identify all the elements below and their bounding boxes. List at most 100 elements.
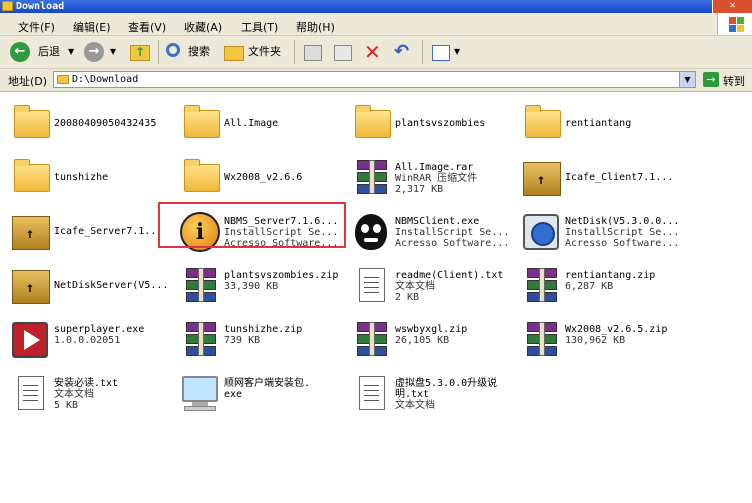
cartoon-client-icon: [349, 210, 393, 254]
file-name: 安装必读.txt: [54, 378, 119, 389]
search-label: 搜索: [188, 45, 210, 58]
back-arrow-icon: ←: [10, 42, 30, 62]
address-input[interactable]: D:\Download ▼: [53, 71, 696, 88]
up-folder-button[interactable]: ↑: [128, 40, 152, 64]
file-name: Wx2008_v2.6.5.zip: [565, 324, 668, 335]
file-item[interactable]: rentiantang.zip 6,287 KB: [519, 264, 687, 310]
menu-help[interactable]: 帮助(H): [296, 19, 335, 35]
file-version: 1.0.0.02051: [54, 335, 121, 346]
file-item[interactable]: ↑ Icafe_Server7.1...: [8, 210, 176, 256]
file-item[interactable]: plantsvszombies.zip 33,390 KB: [178, 264, 346, 310]
menu-tools[interactable]: 工具(T): [241, 19, 278, 35]
file-item[interactable]: 20080409050432435: [8, 102, 176, 148]
title-bar: Download ✕: [0, 0, 752, 13]
file-item[interactable]: Wx2008_v2.6.6: [178, 156, 346, 202]
toolbar: ← 后退 ▼ → ▼ ↑ 搜索 文件夹 ✕ ↶ ▼: [0, 36, 752, 69]
file-name: All.Image.rar: [395, 162, 474, 173]
file-item[interactable]: All.Image.rar WinRAR 压缩文件 2,317 KB: [349, 156, 517, 202]
file-name: Icafe_Server7.1...: [54, 226, 163, 237]
text-document-icon: [8, 372, 52, 416]
menu-file[interactable]: 文件(F): [18, 19, 55, 35]
netdisk-icon: [519, 210, 563, 254]
go-button[interactable]: → 转到: [703, 72, 751, 88]
address-dropdown-button[interactable]: ▼: [679, 72, 695, 87]
file-size: 739 KB: [224, 335, 261, 346]
menu-edit[interactable]: 编辑(E): [73, 19, 111, 35]
folder-icon: [8, 102, 52, 146]
file-type: 文本文档: [395, 281, 435, 292]
text-document-icon: [349, 264, 393, 308]
folder-icon: [57, 75, 69, 84]
file-name: superplayer.exe: [54, 324, 145, 335]
file-item[interactable]: NetDisk(V5.3.0.0... InstallScript Se... …: [519, 210, 687, 256]
file-type: InstallScript Se...: [395, 227, 510, 238]
go-arrow-icon: →: [703, 72, 719, 87]
file-item[interactable]: 顺网客户端安装包. exe: [178, 372, 346, 418]
move-to-icon: [304, 45, 322, 61]
chevron-down-icon[interactable]: ▼: [454, 40, 460, 64]
close-button[interactable]: ✕: [712, 0, 752, 13]
copy-to-icon: [334, 45, 352, 61]
folder-icon: [349, 102, 393, 146]
file-name-extension: 明.txt: [395, 389, 430, 400]
file-list: 20080409050432435 All.Image plantsvszomb…: [0, 92, 752, 503]
file-item[interactable]: NBMSClient.exe InstallScript Se... Acres…: [349, 210, 517, 256]
file-name: rentiantang.zip: [565, 270, 656, 281]
file-item[interactable]: superplayer.exe 1.0.0.02051: [8, 318, 176, 364]
file-item[interactable]: wswbyxgl.zip 26,105 KB: [349, 318, 517, 364]
winrar-icon: [519, 264, 563, 308]
file-item[interactable]: 安装必读.txt 文本文档 5 KB: [8, 372, 176, 418]
chevron-down-icon[interactable]: ▼: [68, 40, 74, 64]
views-button[interactable]: ▼: [430, 40, 466, 64]
menu-favorites[interactable]: 收藏(A): [184, 19, 222, 35]
windows-logo-icon: [717, 13, 752, 35]
file-item[interactable]: rentiantang: [519, 102, 687, 148]
undo-button[interactable]: ↶: [392, 40, 414, 64]
file-item[interactable]: 虚拟盘5.3.0.0升级说 明.txt 文本文档: [349, 372, 517, 418]
file-name: tunshizhe: [54, 172, 109, 183]
file-name: All.Image: [224, 118, 279, 129]
copy-to-button[interactable]: [332, 40, 354, 64]
winrar-icon: [178, 318, 222, 362]
file-name: plantsvszombies.zip: [224, 270, 339, 281]
folder-icon: [178, 156, 222, 200]
folders-label: 文件夹: [248, 45, 281, 58]
file-name: 20080409050432435: [54, 118, 157, 129]
file-item[interactable]: tunshizhe.zip 739 KB: [178, 318, 346, 364]
address-label: 地址(D): [8, 75, 48, 88]
installer-box-icon: ↑: [8, 210, 52, 254]
go-label: 转到: [723, 75, 745, 88]
file-name: NBMSClient.exe: [395, 216, 480, 227]
menu-bar: 文件(F) 编辑(E) 查看(V) 收藏(A) 工具(T) 帮助(H): [0, 13, 752, 36]
delete-button[interactable]: ✕: [362, 40, 384, 64]
installer-box-icon: ↑: [8, 264, 52, 308]
file-type: WinRAR 压缩文件: [395, 173, 478, 184]
chevron-down-icon[interactable]: ▼: [110, 40, 116, 64]
move-to-button[interactable]: [302, 40, 324, 64]
file-name: NetDisk(V5.3.0.0...: [565, 216, 680, 227]
winrar-icon: [349, 318, 393, 362]
search-icon: [166, 43, 180, 57]
back-button[interactable]: ← 后退 ▼: [8, 40, 76, 64]
folders-button[interactable]: 文件夹: [222, 40, 286, 64]
up-folder-icon: ↑: [130, 45, 150, 61]
search-button[interactable]: 搜索: [164, 40, 216, 64]
file-item[interactable]: ↑ NetDiskServer(V5...: [8, 264, 176, 310]
file-item[interactable]: ↑ Icafe_Client7.1...: [519, 156, 687, 202]
file-name: Wx2008_v2.6.6: [224, 172, 303, 183]
file-item[interactable]: readme(Client).txt 文本文档 2 KB: [349, 264, 517, 310]
forward-button[interactable]: → ▼: [84, 40, 124, 64]
back-label: 后退: [38, 45, 60, 58]
file-item[interactable]: tunshizhe: [8, 156, 176, 202]
file-item[interactable]: All.Image: [178, 102, 346, 148]
menu-view[interactable]: 查看(V): [128, 19, 166, 35]
forward-arrow-icon: →: [84, 42, 104, 62]
file-name: NetDiskServer(V5...: [54, 280, 169, 291]
file-item[interactable]: Wx2008_v2.6.5.zip 130,962 KB: [519, 318, 687, 364]
winrar-icon: [349, 156, 393, 200]
file-name-extension: exe: [224, 389, 243, 400]
winrar-icon: [178, 264, 222, 308]
file-size: 26,105 KB: [395, 335, 450, 346]
file-size: 2,317 KB: [395, 184, 444, 195]
file-item[interactable]: plantsvszombies: [349, 102, 517, 148]
